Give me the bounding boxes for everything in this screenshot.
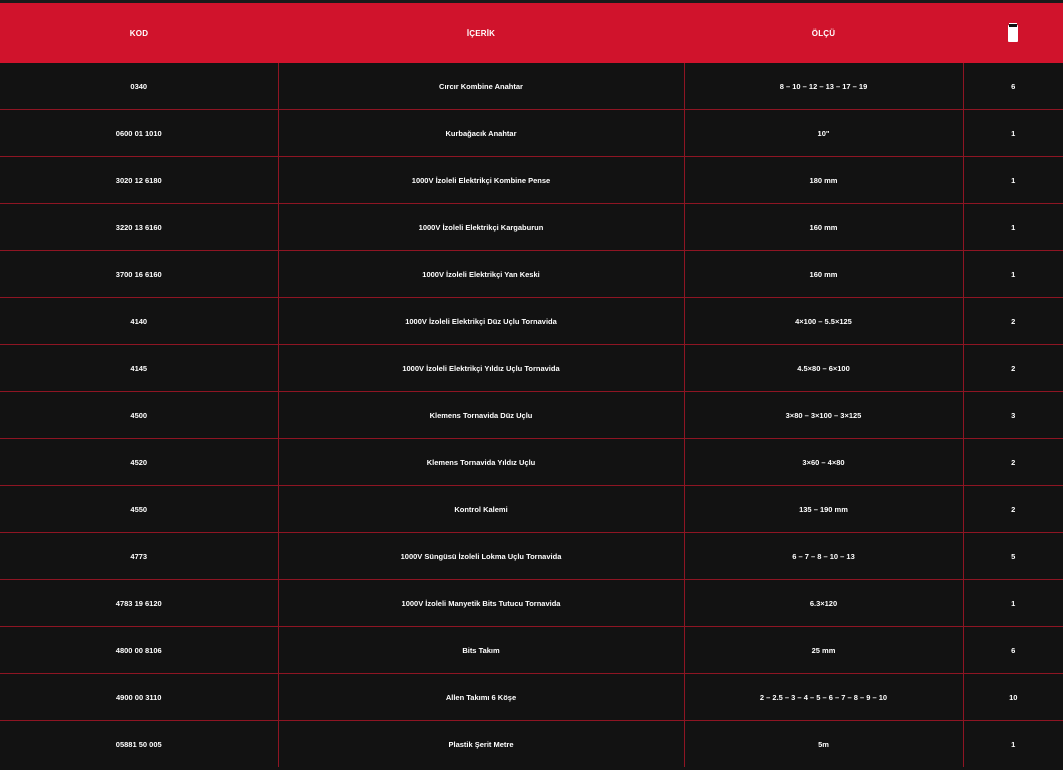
cell-size: 8 – 10 – 12 – 13 – 17 – 19: [684, 63, 964, 110]
cell-quantity: 1: [963, 203, 1063, 251]
cell-content: Klemens Tornavida Yıldız Uçlu: [278, 438, 685, 486]
cell-size: 6.3×120: [684, 579, 964, 627]
table-row: 4500 Klemens Tornavida Düz Uçlu 3×80 – 3×1…: [0, 391, 1063, 439]
cell-content: Kontrol Kalemi: [278, 485, 685, 533]
cell-size: 4.5×80 – 6×100: [684, 344, 964, 392]
cell-code: 3020 12 6180: [0, 156, 279, 204]
cell-content: 1000V İzoleli Elektrikçi Kargaburun: [278, 203, 685, 251]
header-content: İÇERİK: [278, 3, 684, 63]
package-icon: [1008, 22, 1018, 42]
product-table: KOD İÇERİK ÖLÇÜ 0340 Cırcır Kombine Anaht…: [0, 3, 1063, 767]
cell-code: 4140: [0, 297, 279, 345]
cell-quantity: 6: [963, 63, 1063, 110]
cell-quantity: 10: [963, 673, 1063, 721]
table-row: 4800 00 8106 Bits Takım 25 mm 6: [0, 626, 1063, 674]
table-row: 4783 19 6120 1000V İzoleli Manyetik Bits …: [0, 579, 1063, 627]
cell-quantity: 1: [963, 156, 1063, 204]
cell-content: 1000V İzoleli Manyetik Bits Tutucu Torna…: [278, 579, 685, 627]
cell-code: 4520: [0, 438, 279, 486]
table-row: 3020 12 6180 1000V İzoleli Elektrikçi Kom…: [0, 156, 1063, 204]
cell-content: Allen Takımı 6 Köşe: [278, 673, 685, 721]
cell-size: 10": [684, 109, 964, 157]
cell-quantity: 5: [963, 532, 1063, 580]
cell-size: 25 mm: [684, 626, 964, 674]
cell-quantity: 6: [963, 626, 1063, 674]
cell-code: 4773: [0, 532, 279, 580]
cell-content: Kurbağacık Anahtar: [278, 109, 685, 157]
cell-code: 0340: [0, 63, 279, 110]
cell-quantity: 2: [963, 344, 1063, 392]
cell-size: 3×60 – 4×80: [684, 438, 964, 486]
cell-size: 2 – 2.5 – 3 – 4 – 5 – 6 – 7 – 8 – 9 – 10: [684, 673, 964, 721]
cell-content: 1000V İzoleli Elektrikçi Yan Keski: [278, 250, 685, 298]
cell-size: 4×100 – 5.5×125: [684, 297, 964, 345]
cell-content: 1000V İzoleli Elektrikçi Kombine Pense: [278, 156, 685, 204]
cell-code: 4783 19 6120: [0, 579, 279, 627]
cell-code: 4500: [0, 391, 279, 439]
header-quantity: [963, 3, 1063, 63]
table-row: 3220 13 6160 1000V İzoleli Elektrikçi Kar…: [0, 203, 1063, 251]
cell-quantity: 2: [963, 485, 1063, 533]
table-row: 0600 01 1010 Kurbağacık Anahtar 10" 1: [0, 109, 1063, 157]
cell-size: 180 mm: [684, 156, 964, 204]
cell-content: Klemens Tornavida Düz Uçlu: [278, 391, 685, 439]
cell-code: 05881 50 005: [0, 720, 279, 767]
product-table-page: KOD İÇERİK ÖLÇÜ 0340 Cırcır Kombine Anaht…: [0, 0, 1063, 770]
cell-code: 4900 00 3110: [0, 673, 279, 721]
cell-quantity: 2: [963, 297, 1063, 345]
table-row: 4550 Kontrol Kalemi 135 – 190 mm 2: [0, 485, 1063, 533]
header-code: KOD: [0, 3, 278, 63]
cell-code: 4800 00 8106: [0, 626, 279, 674]
cell-quantity: 1: [963, 579, 1063, 627]
table-row: 4140 1000V İzoleli Elektrikçi Düz Uçlu To…: [0, 297, 1063, 345]
table-row: 0340 Cırcır Kombine Anahtar 8 – 10 – 12 – …: [0, 63, 1063, 110]
table-row: 4145 1000V İzoleli Elektrikçi Yıldız Uçlu…: [0, 344, 1063, 392]
table-row: 4773 1000V Süngüsü İzoleli Lokma Uçlu Tor…: [0, 532, 1063, 580]
cell-size: 3×80 – 3×100 – 3×125: [684, 391, 964, 439]
cell-code: 3220 13 6160: [0, 203, 279, 251]
cell-quantity: 1: [963, 250, 1063, 298]
cell-content: 1000V Süngüsü İzoleli Lokma Uçlu Tornavi…: [278, 532, 685, 580]
cell-content: Plastik Şerit Metre: [278, 720, 685, 767]
cell-content: 1000V İzoleli Elektrikçi Düz Uçlu Tornav…: [278, 297, 685, 345]
cell-quantity: 3: [963, 391, 1063, 439]
cell-size: 160 mm: [684, 250, 964, 298]
cell-code: 4145: [0, 344, 279, 392]
cell-quantity: 2: [963, 438, 1063, 486]
cell-size: 6 – 7 – 8 – 10 – 13: [684, 532, 964, 580]
cell-content: Cırcır Kombine Anahtar: [278, 63, 685, 110]
table-header: KOD İÇERİK ÖLÇÜ: [0, 3, 1063, 63]
table-row: 3700 16 6160 1000V İzoleli Elektrikçi Yan…: [0, 250, 1063, 298]
cell-quantity: 1: [1011, 739, 1016, 749]
cell-code: 0600 01 1010: [0, 109, 279, 157]
table-row: 05881 50 005 Plastik Şerit Metre 5m 1: [0, 720, 1063, 767]
cell-code: 4550: [0, 485, 279, 533]
table-row: 4520 Klemens Tornavida Yıldız Uçlu 3×60 – …: [0, 438, 1063, 486]
cell-quantity: 1: [963, 109, 1063, 157]
cell-size: 5m: [684, 720, 964, 767]
header-size: ÖLÇÜ: [684, 3, 963, 63]
cell-content: Bits Takım: [278, 626, 685, 674]
cell-size: 135 – 190 mm: [684, 485, 964, 533]
cell-size: 160 mm: [684, 203, 964, 251]
cell-code: 3700 16 6160: [0, 250, 279, 298]
table-row: 4900 00 3110 Allen Takımı 6 Köşe 2 – 2.5 –…: [0, 673, 1063, 721]
cell-content: 1000V İzoleli Elektrikçi Yıldız Uçlu Tor…: [278, 344, 685, 392]
table-body: 0340 Cırcır Kombine Anahtar 8 – 10 – 12 – …: [0, 63, 1063, 767]
